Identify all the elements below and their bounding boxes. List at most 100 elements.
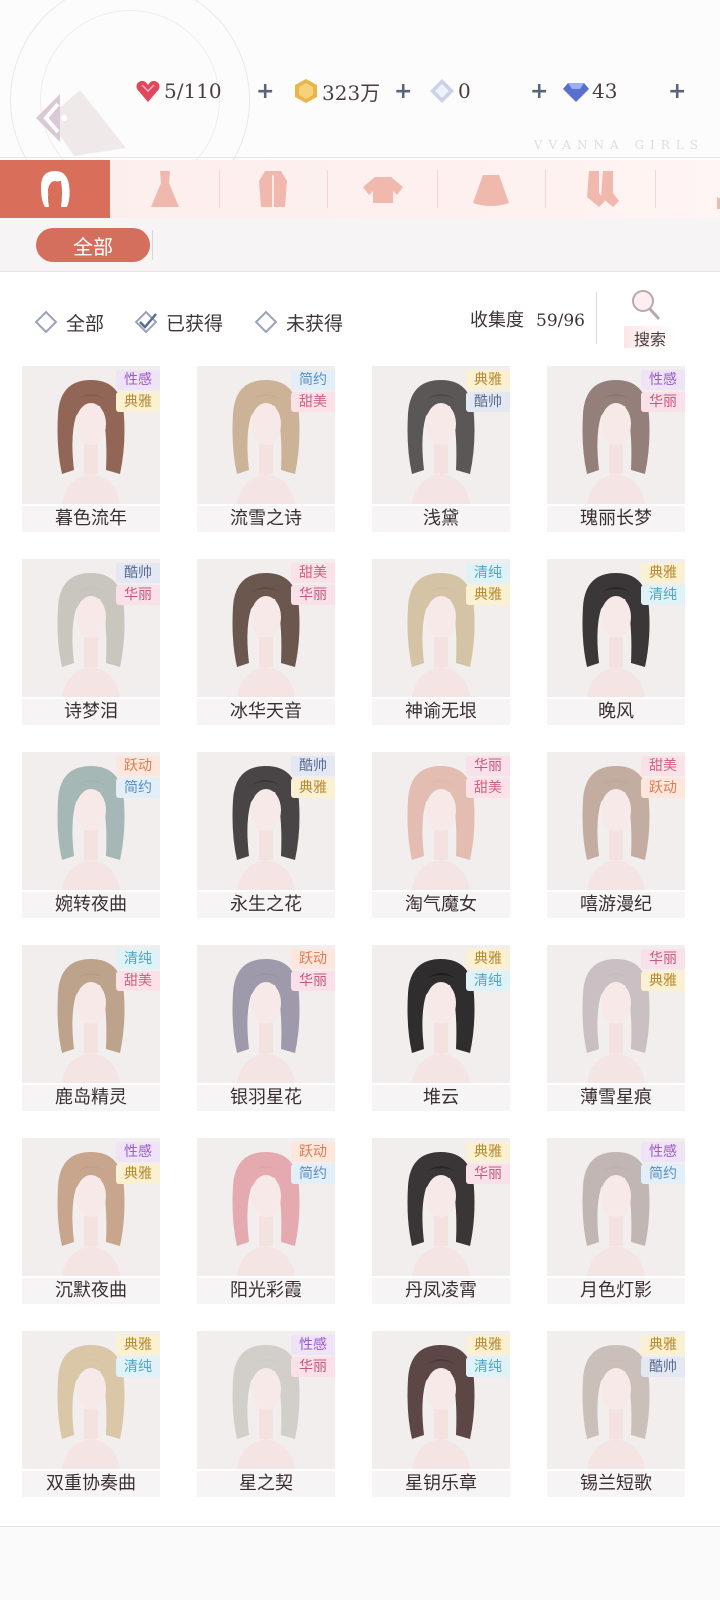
hair-item-card[interactable]: 酷帅 华丽 诗梦泪 [22, 559, 160, 725]
hair-item-card[interactable]: 典雅 清纯 星钥乐章 [372, 1331, 510, 1497]
gold-coin-icon [295, 79, 317, 103]
tab-top[interactable] [328, 160, 438, 218]
hair-item-card[interactable]: 跃动 简约 婉转夜曲 [22, 752, 160, 918]
style-tag: 清纯 [466, 971, 510, 991]
hair-item-card[interactable]: 典雅 清纯 双重协奏曲 [22, 1331, 160, 1497]
hair-item-card[interactable]: 性感 典雅沉默夜曲 [22, 1138, 160, 1304]
style-tag: 清纯 [116, 1357, 160, 1377]
diamond-icon [563, 83, 589, 102]
style-tag: 典雅 [466, 1142, 510, 1162]
hair-item-name: 沉默夜曲 [22, 1278, 160, 1304]
hair-item-card[interactable]: 甜美 华丽 冰华天音 [197, 559, 335, 725]
shoes-icon [717, 197, 720, 209]
hair-item-card[interactable]: 华丽 甜美 淘气魔女 [372, 752, 510, 918]
hair-item-name: 永生之花 [197, 892, 335, 918]
hair-item-card[interactable]: 典雅 酷帅 浅黛 [372, 366, 510, 532]
hair-item-name: 锡兰短歌 [547, 1471, 685, 1497]
hair-item-card[interactable]: 典雅 清纯 堆云 [372, 945, 510, 1111]
divider [0, 157, 720, 158]
style-tag: 典雅 [466, 585, 510, 605]
style-tag: 甜美 [291, 392, 335, 412]
hair-item-name: 薄雪星痕 [547, 1085, 685, 1111]
filter-not-owned[interactable]: 未获得 [254, 304, 343, 340]
style-tag: 典雅 [466, 1335, 510, 1355]
style-tag: 华丽 [641, 392, 685, 412]
back-button[interactable] [30, 88, 130, 158]
search-icon [632, 290, 661, 321]
sub-category-all[interactable]: 全部 [36, 228, 150, 262]
resource-value: 0 [458, 79, 471, 103]
hair-item-card[interactable]: 甜美 跃动 嘻游漫纪 [547, 752, 685, 918]
socks-icon [587, 171, 619, 207]
hair-item-card[interactable]: 清纯 典雅神谕无垠 [372, 559, 510, 725]
tab-shoes[interactable] [654, 160, 720, 218]
resource-stamina: 5/110 [134, 76, 222, 106]
style-tag: 典雅 [291, 778, 335, 798]
filter-label: 已获得 [166, 312, 224, 335]
tab-dress[interactable] [110, 160, 220, 218]
style-tag: 酷帅 [116, 563, 160, 583]
resource-diamond: 43 [562, 76, 617, 106]
hair-item-card[interactable]: 跃动 华丽 银羽星花 [197, 945, 335, 1111]
style-tag: 清纯 [466, 563, 510, 583]
tab-skirt[interactable] [436, 160, 546, 218]
divider [152, 230, 153, 260]
style-tag: 清纯 [116, 949, 160, 969]
style-tag: 性感 [291, 1335, 335, 1355]
style-tag: 华丽 [466, 1164, 510, 1184]
style-tag: 性感 [116, 370, 160, 390]
hair-item-name: 诗梦泪 [22, 699, 160, 725]
style-tag: 甜美 [116, 971, 160, 991]
filter-label: 未获得 [286, 312, 344, 335]
style-tag: 典雅 [641, 1335, 685, 1355]
search-button[interactable]: 搜索 [618, 288, 678, 350]
hair-item-card[interactable]: 简约 甜美 流雪之诗 [197, 366, 335, 532]
style-tag: 简约 [291, 1164, 335, 1184]
tab-coat[interactable] [218, 160, 328, 218]
resource-value: 43 [592, 79, 618, 103]
hair-item-card[interactable]: 酷帅 典雅 永生之花 [197, 752, 335, 918]
back-arrow-icon [36, 90, 126, 156]
hair-item-card[interactable]: 典雅 清纯晚风 [547, 559, 685, 725]
hair-item-card[interactable]: 性感 简约 月色灯影 [547, 1138, 685, 1304]
style-tag: 清纯 [641, 585, 685, 605]
hair-item-card[interactable]: 性感 华丽星之契 [197, 1331, 335, 1497]
filter-all[interactable]: 全部 [34, 304, 104, 340]
hair-item-card[interactable]: 性感 典雅 暮色流年 [22, 366, 160, 532]
style-tag: 华丽 [641, 949, 685, 969]
style-tag: 典雅 [641, 563, 685, 583]
hair-item-name: 婉转夜曲 [22, 892, 160, 918]
checkbox-icon [254, 310, 278, 334]
bottom-bar [0, 1527, 720, 1600]
hair-icon [41, 171, 70, 207]
hair-item-name: 月色灯影 [547, 1278, 685, 1304]
hair-item-name: 暮色流年 [22, 506, 160, 532]
hair-item-name: 嘻游漫纪 [547, 892, 685, 918]
hair-item-card[interactable]: 跃动 简约 阳光彩霞 [197, 1138, 335, 1304]
tab-socks[interactable] [546, 160, 656, 218]
hair-item-card[interactable]: 典雅 华丽 丹凤凌霄 [372, 1138, 510, 1304]
hair-item-name: 双重协奏曲 [22, 1471, 160, 1497]
hair-item-name: 星钥乐章 [372, 1471, 510, 1497]
hair-item-card[interactable]: 典雅 酷帅 锡兰短歌 [547, 1331, 685, 1497]
hair-item-name: 星之契 [197, 1471, 335, 1497]
hair-item-name: 流雪之诗 [197, 506, 335, 532]
brand-watermark: VVANNA GIRLS [533, 138, 704, 152]
hair-item-card[interactable]: 清纯 甜美 鹿岛精灵 [22, 945, 160, 1111]
hair-item-card[interactable]: 性感 华丽 瑰丽长梦 [547, 366, 685, 532]
style-tag: 跃动 [641, 778, 685, 798]
style-tag: 简约 [116, 778, 160, 798]
style-tag: 甜美 [291, 563, 335, 583]
collection-label: 收集度 [470, 310, 524, 331]
crystal-icon [430, 79, 454, 103]
style-tag: 典雅 [116, 1164, 160, 1184]
filter-owned[interactable]: 已获得 [134, 304, 223, 340]
hair-item-card[interactable]: 华丽 典雅 薄雪星痕 [547, 945, 685, 1111]
tab-hair[interactable] [0, 160, 110, 218]
style-tag: 性感 [116, 1142, 160, 1162]
hair-item-name: 神谕无垠 [372, 699, 510, 725]
hair-item-name: 晚风 [547, 699, 685, 725]
style-tag: 甜美 [466, 778, 510, 798]
hair-item-name: 浅黛 [372, 506, 510, 532]
style-tag: 华丽 [291, 1357, 335, 1377]
